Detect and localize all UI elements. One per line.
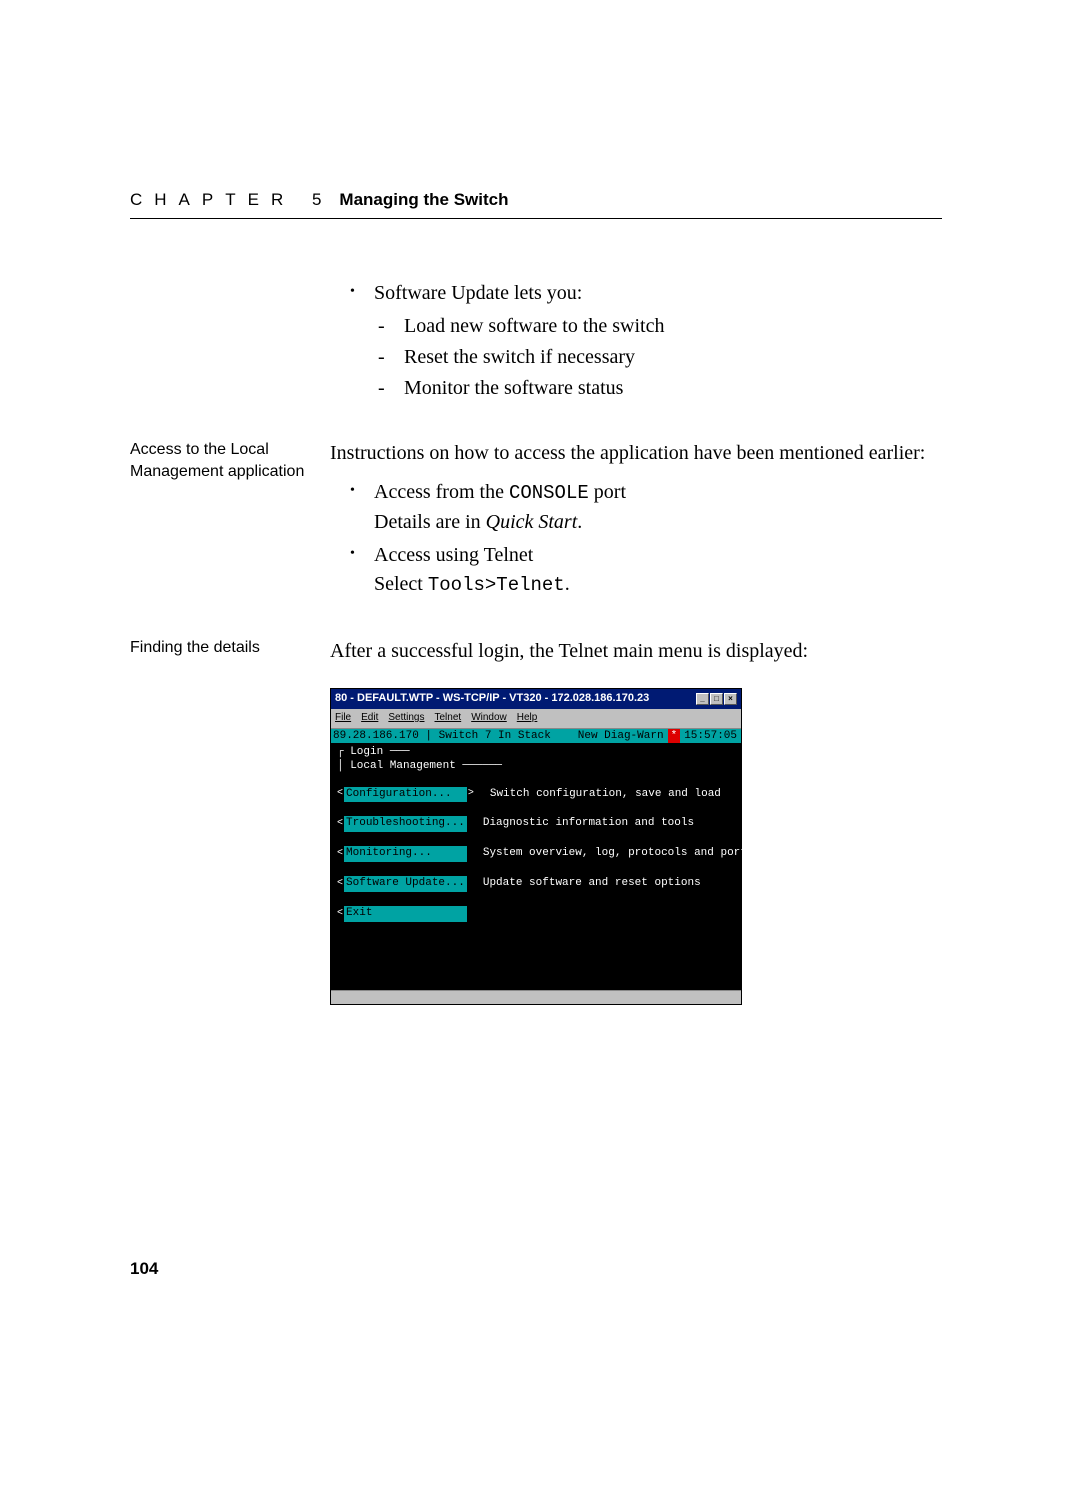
bullet-console-access: • Access from the CONSOLE port Details a… (350, 478, 942, 537)
paragraph: After a successful login, the Telnet mai… (330, 637, 942, 666)
menu-telnet[interactable]: Telnet (435, 711, 462, 726)
chapter-label: CHAPTER 5 (130, 190, 333, 210)
status-dot: * (668, 729, 681, 743)
window-menubar: File Edit Settings Telnet Window Help (331, 709, 741, 729)
menu-row-troubleshooting: < Troubleshooting... Diagnostic informat… (337, 816, 735, 832)
bullet-software-update: • Software Update lets you: (350, 279, 942, 308)
menu-settings[interactable]: Settings (388, 711, 424, 726)
menu-row-configuration: < Configuration... > Switch configuratio… (337, 787, 735, 803)
menu-desc: System overview, log, protocols and port… (483, 846, 793, 862)
sub-item: - Monitor the software status (378, 374, 942, 403)
menu-row-software-update: < Software Update... Update software and… (337, 876, 735, 892)
sidebar-heading: Access to the Local Management applicati… (130, 439, 330, 603)
inline-code: Tools>Telnet (428, 574, 565, 596)
sub-text: Load new software to the switch (404, 312, 664, 341)
bullet-text: Software Update lets you: (374, 279, 582, 308)
page-number: 104 (130, 1259, 158, 1279)
menu-file[interactable]: File (335, 711, 351, 726)
menu-button[interactable]: Monitoring... (344, 846, 467, 862)
menu-row-exit: < Exit (337, 906, 735, 922)
bullet-telnet-access: • Access using Telnet Select Tools>Telne… (350, 541, 942, 600)
close-icon[interactable]: × (724, 693, 737, 705)
menu-button[interactable]: Configuration... (344, 787, 467, 803)
inline-code: CONSOLE (509, 482, 589, 504)
menu-desc: Update software and reset options (483, 876, 701, 892)
menu-desc: Diagnostic information and tools (483, 816, 694, 832)
sub-text: Reset the switch if necessary (404, 343, 635, 372)
sidebar-heading: Finding the details (130, 637, 330, 1004)
maximize-icon[interactable]: □ (710, 693, 723, 705)
sub-item: - Load new software to the switch (378, 312, 942, 341)
chapter-header: CHAPTER 5 Managing the Switch (130, 190, 942, 219)
menu-help[interactable]: Help (517, 711, 538, 726)
chapter-title: Managing the Switch (339, 190, 508, 210)
window-statusbar (331, 990, 741, 1004)
minimize-icon[interactable]: _ (696, 693, 709, 705)
sub-text: Monitor the software status (404, 374, 623, 403)
menu-edit[interactable]: Edit (361, 711, 378, 726)
telnet-screenshot: 80 - DEFAULT.WTP - WS-TCP/IP - VT320 - 1… (330, 688, 742, 1004)
window-titlebar: 80 - DEFAULT.WTP - WS-TCP/IP - VT320 - 1… (331, 689, 741, 709)
terminal-status-line: 89.28.186.170 | Switch 7 In Stack New Di… (331, 729, 741, 743)
menu-button[interactable]: Troubleshooting... (344, 816, 467, 832)
sub-item: - Reset the switch if necessary (378, 343, 942, 372)
menu-row-monitoring: < Monitoring... System overview, log, pr… (337, 846, 735, 862)
menu-button[interactable]: Software Update... (344, 876, 467, 892)
reference-italic: Quick Start (486, 511, 578, 533)
menu-desc: Switch configuration, save and load (490, 787, 721, 803)
window-title: 80 - DEFAULT.WTP - WS-TCP/IP - VT320 - 1… (335, 691, 695, 707)
menu-button[interactable]: Exit (344, 906, 467, 922)
paragraph: Instructions on how to access the applic… (330, 439, 942, 468)
menu-window[interactable]: Window (471, 711, 507, 726)
terminal-body: 89.28.186.170 | Switch 7 In Stack New Di… (331, 729, 741, 990)
